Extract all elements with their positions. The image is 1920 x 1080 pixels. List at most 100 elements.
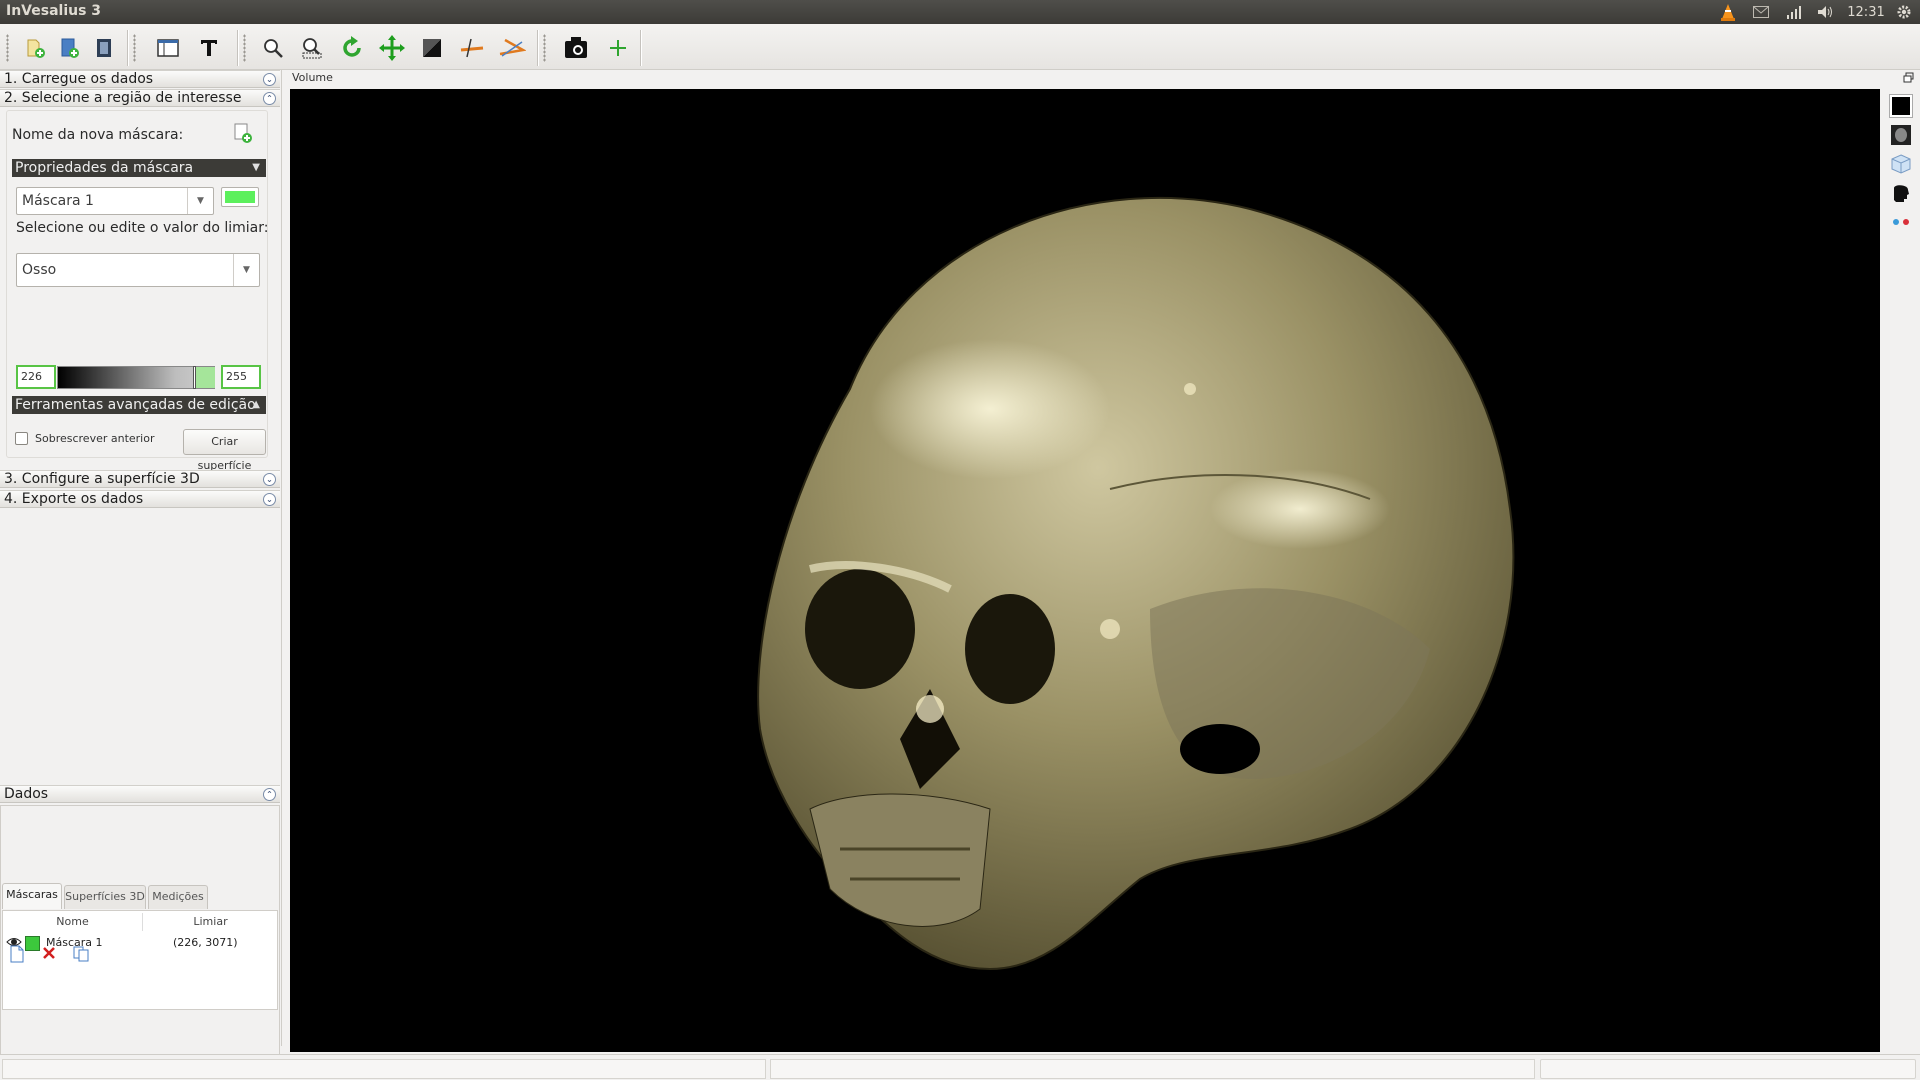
threshold-min-input[interactable]: 226 [16,365,56,389]
layout-button[interactable] [152,32,184,64]
column-header-threshold[interactable]: Limiar [143,913,278,931]
network-icon[interactable] [1783,2,1805,22]
head-orientation-icon [1894,185,1909,202]
rotate-icon [343,36,361,57]
new-document-icon [10,945,24,963]
gear-icon[interactable] [1893,2,1915,22]
toolbar-grip[interactable] [133,34,136,62]
toolbar-grip[interactable] [543,34,546,62]
raycasting-icon [1891,125,1911,145]
overwrite-checkbox[interactable] [15,432,28,445]
chevron-up-icon[interactable]: ⌃ [263,92,276,105]
step-2-title: 2. Selecione a região de interesse [4,90,242,106]
tab-measurements[interactable]: Medições [148,885,208,909]
toolbar-separator [640,30,641,66]
chevron-down-icon[interactable]: ▼ [187,188,213,214]
mask-properties-header[interactable]: Propriedades da máscara ▼ [12,159,266,177]
viewport-tools-strip [1880,89,1920,1052]
duplicate-icon [73,946,89,962]
maximize-viewport-button[interactable] [1903,72,1915,84]
step-3-header[interactable]: 3. Configure a superfície 3D ⌄ [0,470,280,488]
column-header-name[interactable]: Nome [3,913,143,931]
toolbar-grip[interactable] [243,34,246,62]
threshold-gradient-slider[interactable] [57,366,215,389]
app-title: InVesalius 3 [6,3,102,19]
threshold-handle[interactable] [193,366,196,389]
advanced-tools-header[interactable]: Ferramentas avançadas de edição ▲ [12,396,266,414]
mask-color-swatch [225,191,255,203]
contrast-button[interactable] [416,32,448,64]
snapshot-button[interactable] [560,32,592,64]
volume-viewport[interactable] [290,89,1880,1052]
chevron-up-icon[interactable]: ⌃ [263,788,276,801]
rotate-button[interactable] [336,32,368,64]
export-icon [97,39,111,57]
volume-raycasting-button[interactable] [1890,124,1912,146]
measure-angle-button[interactable] [496,32,528,64]
status-cell [770,1059,1535,1079]
stereo-button[interactable] [1890,211,1912,233]
zoom-icon [264,39,283,58]
file-import-icon [61,38,79,58]
folder-add-icon [27,39,45,58]
threshold-max-input[interactable]: 255 [221,365,261,389]
threshold-preset-select[interactable]: Osso ▼ [16,253,260,287]
data-panel-header[interactable]: Dados ⌃ [0,785,280,803]
cube-icon [1891,154,1911,174]
expand-triangle-icon[interactable]: ▲ [252,396,260,414]
surface-view-button[interactable] [1890,153,1912,175]
volume-icon[interactable] [1815,2,1837,22]
zoom-button[interactable] [257,32,289,64]
skull-volume-render [757,196,1515,971]
status-cell [2,1059,766,1079]
mask-properties-title: Propriedades da máscara [15,160,194,176]
toolbar-grip[interactable] [6,34,9,62]
stereo-glasses-icon [1893,219,1909,225]
new-mask-label: Nome da nova máscara: [12,127,184,143]
3d-orientation-button[interactable] [1890,182,1912,204]
tab-surfaces[interactable]: Superfícies 3D [64,885,146,909]
import-dicom-button[interactable] [20,32,52,64]
zoom-select-button[interactable] [296,32,328,64]
new-item-button[interactable] [9,945,27,963]
duplicate-item-button[interactable] [72,945,90,963]
main-toolbar [0,24,1920,70]
clock[interactable]: 12:31 [1846,2,1886,22]
create-surface-button[interactable]: Criar superfície [183,429,266,472]
collapse-triangle-icon[interactable]: ▼ [252,159,260,177]
restore-icon [1903,72,1914,83]
mail-icon[interactable] [1750,2,1772,22]
pan-icon [379,35,405,61]
mask-color-button[interactable] [221,187,259,207]
mask-select[interactable]: Máscara 1 ▼ [16,187,214,215]
advanced-tools-title: Ferramentas avançadas de edição [15,397,256,413]
step-1-header[interactable]: 1. Carregue os dados ⌄ [0,70,280,88]
chevron-down-icon[interactable]: ⌄ [263,493,276,506]
viewport-label: Volume [292,71,333,84]
data-panel-title: Dados [4,786,49,802]
chevron-down-icon[interactable]: ▼ [233,254,259,286]
new-mask-button[interactable] [232,122,262,148]
measure-distance-button[interactable] [456,32,488,64]
pan-button[interactable] [376,32,408,64]
step-1-title: 1. Carregue os dados [4,71,154,87]
add-button[interactable] [602,32,634,64]
export-button[interactable] [88,32,120,64]
delete-item-button[interactable] [41,945,59,963]
tab-masks[interactable]: Máscaras [2,883,62,909]
step-4-title: 4. Exporte os dados [4,491,144,507]
system-top-bar: InVesalius 3 12:31 [0,0,1920,24]
chevron-down-icon[interactable]: ⌄ [263,473,276,486]
step-2-header[interactable]: 2. Selecione a região de interesse ⌃ [0,89,280,107]
import-other-button[interactable] [54,32,86,64]
background-color-button[interactable] [1889,94,1913,118]
contrast-icon [423,39,441,57]
step-4-header[interactable]: 4. Exporte os dados ⌄ [0,490,280,508]
threshold-prompt: Selecione ou edite o valor do limiar: [16,220,269,236]
overwrite-label: Sobrescrever anterior [35,432,155,445]
vlc-icon[interactable] [1717,2,1739,22]
threshold-range-highlight [196,367,215,388]
chevron-down-icon[interactable]: ⌄ [263,73,276,86]
text-button[interactable] [193,32,225,64]
zoom-select-icon [302,38,322,59]
